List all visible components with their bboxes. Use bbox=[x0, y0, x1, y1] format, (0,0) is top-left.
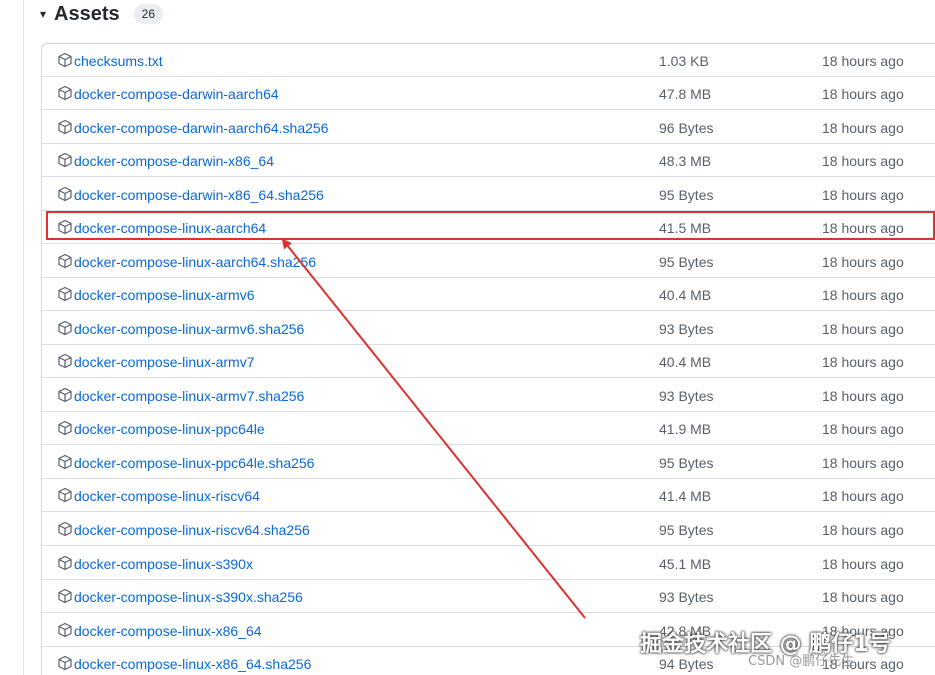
asset-row: docker-compose-linux-s390x 45.1 MB 18 hour… bbox=[42, 547, 935, 580]
asset-link[interactable]: docker-compose-linux-ppc64le bbox=[74, 420, 265, 438]
asset-link[interactable]: docker-compose-darwin-aarch64 bbox=[74, 85, 279, 103]
package-icon bbox=[57, 286, 73, 302]
asset-link[interactable]: docker-compose-linux-riscv64.sha256 bbox=[74, 521, 310, 539]
asset-row: docker-compose-linux-aarch64.sha256 95 By… bbox=[42, 245, 935, 278]
asset-size: 1.03 KB bbox=[659, 53, 709, 69]
asset-timestamp: 18 hours ago bbox=[822, 589, 904, 605]
asset-size: 95 Bytes bbox=[659, 455, 714, 471]
asset-row: docker-compose-linux-ppc64le.sha256 95 By… bbox=[42, 446, 935, 479]
asset-row: docker-compose-linux-s390x.sha256 93 Byte… bbox=[42, 580, 935, 613]
asset-timestamp: 18 hours ago bbox=[822, 254, 904, 270]
asset-link[interactable]: docker-compose-linux-ppc64le.sha256 bbox=[74, 454, 314, 472]
release-assets-page: ▾ Assets 26 checksums.txt 1.03 KB 18 hours… bbox=[0, 0, 935, 675]
asset-link[interactable]: docker-compose-linux-armv6 bbox=[74, 286, 255, 304]
assets-title[interactable]: Assets bbox=[54, 3, 120, 26]
package-icon bbox=[57, 454, 73, 470]
asset-link[interactable]: docker-compose-linux-s390x.sha256 bbox=[74, 588, 303, 606]
asset-link[interactable]: docker-compose-linux-riscv64 bbox=[74, 487, 260, 505]
asset-size: 41.9 MB bbox=[659, 421, 712, 437]
package-icon bbox=[57, 52, 73, 68]
asset-size: 41.4 MB bbox=[659, 488, 712, 504]
asset-link[interactable]: docker-compose-linux-armv7.sha256 bbox=[74, 387, 304, 405]
asset-size: 93 Bytes bbox=[659, 321, 714, 337]
package-icon bbox=[57, 521, 73, 537]
package-icon bbox=[57, 555, 73, 571]
asset-row: docker-compose-linux-aarch64 41.5 MB 18 ho… bbox=[42, 211, 935, 244]
package-icon bbox=[57, 85, 73, 101]
asset-row: docker-compose-darwin-x86_64.sha256 95 By… bbox=[42, 178, 935, 211]
asset-size: 45.1 MB bbox=[659, 556, 712, 572]
asset-size: 93 Bytes bbox=[659, 388, 714, 404]
asset-link[interactable]: docker-compose-darwin-x86_64 bbox=[74, 152, 274, 170]
asset-row: docker-compose-linux-armv7 40.4 MB 18 hour… bbox=[42, 345, 935, 378]
asset-size: 48.3 MB bbox=[659, 153, 712, 169]
asset-row: docker-compose-darwin-x86_64 48.3 MB 18 ho… bbox=[42, 144, 935, 177]
asset-row: docker-compose-darwin-aarch64.sha256 96 B… bbox=[42, 111, 935, 144]
asset-row: docker-compose-darwin-aarch64 47.8 MB 18 h… bbox=[42, 77, 935, 110]
asset-link[interactable]: docker-compose-darwin-x86_64.sha256 bbox=[74, 186, 324, 204]
assets-count-badge: 26 bbox=[133, 4, 163, 24]
asset-link[interactable]: docker-compose-darwin-aarch64.sha256 bbox=[74, 119, 328, 137]
asset-row: docker-compose-linux-riscv64.sha256 95 By… bbox=[42, 513, 935, 546]
asset-timestamp: 18 hours ago bbox=[822, 488, 904, 504]
asset-timestamp: 18 hours ago bbox=[822, 421, 904, 437]
package-icon bbox=[57, 219, 73, 235]
package-icon bbox=[57, 487, 73, 503]
package-icon bbox=[57, 152, 73, 168]
asset-size: 41.5 MB bbox=[659, 220, 712, 236]
asset-size: 95 Bytes bbox=[659, 522, 714, 538]
asset-size: 40.4 MB bbox=[659, 354, 712, 370]
asset-row: docker-compose-linux-ppc64le 41.9 MB 18 ho… bbox=[42, 412, 935, 445]
asset-timestamp: 18 hours ago bbox=[822, 86, 904, 102]
asset-timestamp: 18 hours ago bbox=[822, 287, 904, 303]
asset-timestamp: 18 hours ago bbox=[822, 53, 904, 69]
asset-row: docker-compose-linux-armv6 40.4 MB 18 hour… bbox=[42, 278, 935, 311]
asset-size: 93 Bytes bbox=[659, 589, 714, 605]
package-icon bbox=[57, 588, 73, 604]
package-icon bbox=[57, 186, 73, 202]
package-icon bbox=[57, 119, 73, 135]
assets-header[interactable]: ▾ Assets 26 bbox=[40, 0, 163, 28]
asset-timestamp: 18 hours ago bbox=[822, 556, 904, 572]
package-icon bbox=[57, 253, 73, 269]
asset-timestamp: 18 hours ago bbox=[822, 220, 904, 236]
package-icon bbox=[57, 320, 73, 336]
asset-timestamp: 18 hours ago bbox=[822, 321, 904, 337]
package-icon bbox=[57, 353, 73, 369]
asset-timestamp: 18 hours ago bbox=[822, 455, 904, 471]
asset-size: 40.4 MB bbox=[659, 287, 712, 303]
asset-timestamp: 18 hours ago bbox=[822, 153, 904, 169]
watermark-juejin: 掘金技术社区 @ 鹏仔1号 bbox=[640, 632, 891, 657]
asset-row: checksums.txt 1.03 KB 18 hours ago bbox=[42, 44, 935, 77]
asset-link[interactable]: docker-compose-linux-armv6.sha256 bbox=[74, 320, 304, 338]
asset-row: docker-compose-linux-armv7.sha256 93 Byte… bbox=[42, 379, 935, 412]
asset-size: 96 Bytes bbox=[659, 120, 714, 136]
asset-timestamp: 18 hours ago bbox=[822, 522, 904, 538]
assets-list: checksums.txt 1.03 KB 18 hours ago docker-c… bbox=[41, 43, 935, 675]
asset-timestamp: 18 hours ago bbox=[822, 120, 904, 136]
asset-link[interactable]: docker-compose-linux-x86_64 bbox=[74, 622, 262, 640]
asset-link[interactable]: docker-compose-linux-armv7 bbox=[74, 353, 255, 371]
package-icon bbox=[57, 655, 73, 671]
left-divider bbox=[23, 0, 24, 675]
asset-row: docker-compose-linux-riscv64 41.4 MB 18 ho… bbox=[42, 479, 935, 512]
asset-timestamp: 18 hours ago bbox=[822, 388, 904, 404]
asset-link[interactable]: docker-compose-linux-s390x bbox=[74, 555, 253, 573]
asset-link[interactable]: docker-compose-linux-x86_64.sha256 bbox=[74, 655, 311, 673]
caret-down-icon[interactable]: ▾ bbox=[40, 8, 46, 20]
package-icon bbox=[57, 622, 73, 638]
asset-size: 47.8 MB bbox=[659, 86, 712, 102]
asset-size: 95 Bytes bbox=[659, 254, 714, 270]
asset-size: 95 Bytes bbox=[659, 187, 714, 203]
asset-timestamp: 18 hours ago bbox=[822, 187, 904, 203]
asset-link[interactable]: checksums.txt bbox=[74, 52, 163, 70]
asset-link[interactable]: docker-compose-linux-aarch64 bbox=[74, 219, 266, 237]
package-icon bbox=[57, 420, 73, 436]
asset-timestamp: 18 hours ago bbox=[822, 354, 904, 370]
asset-link[interactable]: docker-compose-linux-aarch64.sha256 bbox=[74, 253, 316, 271]
asset-row: docker-compose-linux-armv6.sha256 93 Byte… bbox=[42, 312, 935, 345]
package-icon bbox=[57, 387, 73, 403]
